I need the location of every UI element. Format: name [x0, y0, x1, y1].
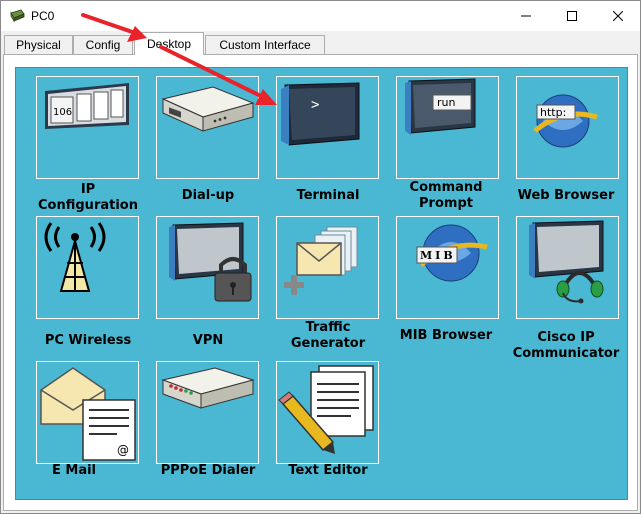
command-prompt-icon: run — [405, 78, 476, 135]
pc0-window: PC0 Physical Config Desktop Custom Inter… — [0, 0, 641, 514]
web-browser-tile[interactable]: http: — [516, 76, 619, 179]
maximize-button[interactable] — [549, 1, 595, 31]
traffic-generator-icon — [284, 226, 358, 295]
terminal-icon-text: > — [311, 97, 319, 113]
vpn-label: VPN — [192, 333, 224, 348]
ip-configuration-icon-text: 106 — [53, 107, 72, 118]
text-editor-icon — [278, 365, 374, 454]
mib-browser-icon-text: MIB — [420, 249, 456, 262]
web-browser-icon-text: http: — [540, 106, 566, 119]
mib-browser-icon: MIB — [416, 224, 488, 282]
command-prompt-icon-text: run — [437, 96, 455, 109]
pppoe-dialer-icon — [161, 367, 255, 409]
terminal-tile[interactable]: > — [276, 76, 379, 179]
window-title: PC0 — [31, 9, 55, 23]
email-tile[interactable]: @ — [36, 361, 139, 464]
tab-desktop[interactable]: Desktop — [134, 32, 204, 55]
wireless-tower-icon — [44, 222, 106, 292]
minimize-icon — [521, 15, 531, 17]
email-icon: @ — [40, 367, 136, 461]
pc-wireless-label: PC Wireless — [44, 333, 132, 348]
tab-custom-interface[interactable]: Custom Interface — [205, 35, 325, 54]
traffic-generator-tile[interactable] — [276, 216, 379, 319]
dial-up-tile[interactable] — [156, 76, 259, 179]
tab-physical[interactable]: Physical — [4, 35, 73, 54]
ip-configuration-icon: 106 — [45, 83, 129, 129]
command-prompt-label: Command Prompt — [409, 180, 483, 211]
tab-strip: Physical Config Desktop Custom Interface — [1, 31, 640, 55]
tab-config[interactable]: Config — [73, 35, 133, 54]
vpn-tile[interactable] — [156, 216, 259, 319]
terminal-icon: > — [281, 82, 360, 146]
ip-configuration-tile[interactable]: 106 — [36, 76, 139, 179]
pppoe-dialer-tile[interactable] — [156, 361, 259, 464]
email-icon-text: @ — [117, 443, 129, 457]
pppoe-dialer-label: PPPoE Dialer — [160, 463, 256, 478]
ip-communicator-icon — [529, 220, 604, 304]
text-editor-label: Text Editor — [288, 463, 368, 478]
email-label: E Mail — [51, 463, 97, 478]
minimize-button[interactable] — [503, 1, 549, 31]
mib-browser-tile[interactable]: MIB — [396, 216, 499, 319]
title-bar[interactable]: PC0 — [1, 1, 640, 31]
desktop-area: 106 IP Configuration Dial-up > Terminal … — [15, 67, 628, 500]
modem-icon — [161, 86, 255, 132]
close-button[interactable] — [595, 1, 641, 31]
cisco-ip-communicator-tile[interactable] — [516, 216, 619, 319]
ip-configuration-label: IP Configuration — [38, 182, 138, 213]
vpn-lock-icon — [169, 222, 252, 302]
mib-browser-label: MIB Browser — [399, 328, 493, 343]
cisco-ip-communicator-label: Cisco IP Communicator — [512, 330, 620, 361]
web-browser-icon: http: — [533, 94, 598, 148]
command-prompt-tile[interactable]: run — [396, 76, 499, 179]
pc-wireless-tile[interactable] — [36, 216, 139, 319]
text-editor-tile[interactable] — [276, 361, 379, 464]
packet-tracer-pc-icon — [10, 9, 25, 23]
maximize-icon — [567, 11, 577, 21]
close-icon — [613, 11, 623, 21]
dial-up-label: Dial-up — [181, 188, 235, 203]
web-browser-label: Web Browser — [517, 188, 615, 203]
